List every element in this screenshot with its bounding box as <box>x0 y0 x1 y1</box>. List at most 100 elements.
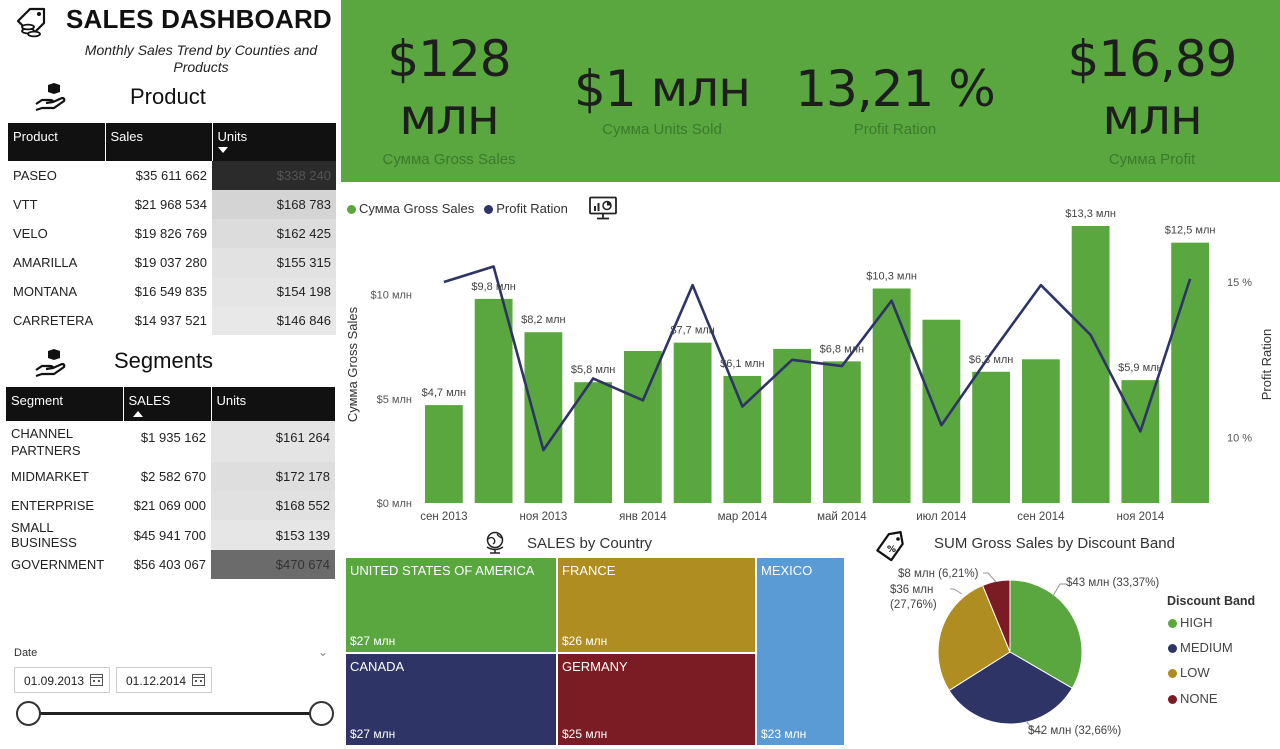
y2-axis-title: Profit Ration <box>1259 329 1274 401</box>
product-units: $338 240 <box>212 161 336 190</box>
segment-sales: $2 582 670 <box>140 469 206 484</box>
treemap-cell-france[interactable]: FRANCE $26 млн <box>558 558 755 652</box>
legend-item-low[interactable]: LOW <box>1168 665 1210 680</box>
product-sales: $19 037 280 <box>134 255 207 270</box>
pie-legend-title: Discount Band <box>1167 594 1256 608</box>
treemap-cell-name: FRANCE <box>562 563 616 578</box>
table-row[interactable]: VTT $21 968 534 $168 783 <box>8 190 336 219</box>
kpi-profit-ration-value: 13,21 % <box>795 60 996 118</box>
price-tag-icon <box>16 7 46 38</box>
date-range-end-handle[interactable] <box>309 701 334 726</box>
x-tick-label: июл 2014 <box>916 511 967 523</box>
date-slicer-label: Date <box>14 647 38 659</box>
legend-dot-icon <box>1168 619 1177 629</box>
bar-gross-sales <box>872 288 911 503</box>
col-header-product[interactable]: Product <box>8 123 106 161</box>
kpi-units-sold-value: $1 млн <box>574 60 751 118</box>
bar-data-label: $12,5 млн <box>1165 225 1216 237</box>
pie-label-high: $43 млн (33,37%) <box>1066 577 1160 589</box>
product-units: $168 783 <box>212 190 336 219</box>
treemap-cell-value: $27 млн <box>350 634 396 648</box>
bar-data-label: $5,8 млн <box>571 364 616 376</box>
product-units: $154 198 <box>212 277 336 306</box>
table-row[interactable]: PASEO $35 611 662 $338 240 <box>8 161 336 190</box>
table-row[interactable]: ENTERPRISE $21 069 000 $168 552 <box>6 491 335 520</box>
pie-label-none: $8 млн (6,21%) <box>898 568 979 580</box>
bar-data-label: $8,2 млн <box>521 314 566 326</box>
chevron-down-icon[interactable]: ⌄ <box>318 645 328 659</box>
calendar-icon[interactable] <box>90 673 103 686</box>
legend-item-high[interactable]: HIGH <box>1168 615 1213 630</box>
legend-dot-icon <box>1168 695 1177 705</box>
bar-data-label: $9,8 млн <box>471 281 516 293</box>
bar-gross-sales <box>673 342 712 503</box>
table-row[interactable]: GOVERNMENT $56 403 067 $470 674 <box>6 550 335 579</box>
segment-units: $168 552 <box>211 491 335 520</box>
x-tick-label: ноя 2013 <box>519 511 567 523</box>
kpi-profit-label: Сумма Profit <box>1108 151 1196 168</box>
bar-gross-sales <box>424 405 463 503</box>
table-row[interactable]: MIDMARKET $2 582 670 $172 178 <box>6 462 335 491</box>
bar-data-label: $7,7 млн <box>670 325 715 337</box>
date-range-slider-track[interactable] <box>28 712 322 715</box>
table-row[interactable]: VELO $19 826 769 $162 425 <box>8 219 336 248</box>
globe-icon <box>486 531 504 554</box>
x-tick-label: янв 2014 <box>619 511 667 523</box>
calendar-icon[interactable] <box>192 673 205 686</box>
pie-label-medium: $42 млн (32,66%) <box>1028 725 1122 737</box>
treemap-cell-canada[interactable]: CANADA $27 млн <box>346 654 556 745</box>
pie-leader-line <box>1052 583 1066 597</box>
bar-gross-sales <box>1071 226 1110 503</box>
segments-table-header: Segment SALES Units <box>6 387 335 421</box>
pie-label-low: $36 млн (27,76%) <box>890 584 937 611</box>
y-axis-title: Сумма Gross Sales <box>345 306 360 422</box>
combo-chart-svg: Сумма Gross Sales Profit Ration $0 млн $5 м… <box>345 208 1274 523</box>
product-units: $155 315 <box>212 248 336 277</box>
table-row[interactable]: AMARILLA $19 037 280 $155 315 <box>8 248 336 277</box>
treemap-cell-germany[interactable]: GERMANY $25 млн <box>558 654 755 745</box>
segment-sales: $1 935 162 <box>140 430 206 445</box>
treemap-cell-value: $25 млн <box>562 727 608 741</box>
date-start-field[interactable]: 01.09.2013 <box>14 667 110 693</box>
date-range-start-handle[interactable] <box>16 701 41 726</box>
product-name: VTT <box>13 197 38 212</box>
kpi-banner: $128 млн Сумма Gross Sales $1 млн Сумма U… <box>341 0 1280 182</box>
y-tick-label: $10 млн <box>371 290 412 302</box>
bar-data-label: $6,1 млн <box>720 358 765 370</box>
table-row[interactable]: MONTANA $16 549 835 $154 198 <box>8 277 336 306</box>
product-sales: $16 549 835 <box>134 284 207 299</box>
bar-data-label: $6,3 млн <box>969 354 1014 366</box>
treemap-cell-usa[interactable]: UNITED STATES OF AMERICA $27 млн <box>346 558 556 652</box>
legend-dot-icon <box>1168 644 1177 654</box>
kpi-gross-sales-value: $128 млн <box>387 30 511 146</box>
col-header-sales[interactable]: Sales <box>105 123 213 161</box>
date-end-field[interactable]: 01.12.2014 <box>116 667 212 693</box>
product-sales: $14 937 521 <box>134 313 207 328</box>
product-sales: $21 968 534 <box>134 197 207 212</box>
treemap-cell-name: UNITED STATES OF AMERICA <box>350 563 535 578</box>
table-row[interactable]: CARRETERA $14 937 521 $146 846 <box>8 306 336 335</box>
treemap-cell-value: $23 млн <box>761 727 807 741</box>
pie-leader-line <box>983 572 997 583</box>
product-name: CARRETERA <box>13 313 94 328</box>
col-header-sales[interactable]: SALES <box>123 387 212 421</box>
bar-gross-sales <box>474 298 513 503</box>
table-row[interactable]: SMALL BUSINESS $45 941 700 $153 139 <box>6 520 335 550</box>
product-sales: $19 826 769 <box>134 226 207 241</box>
treemap-cell-mexico[interactable]: MEXICO $23 млн <box>757 558 844 745</box>
col-header-segment[interactable]: Segment <box>6 387 124 421</box>
table-row[interactable]: CHANNEL PARTNERS $1 935 162 $161 264 <box>6 421 335 462</box>
segment-units: $470 674 <box>211 550 335 579</box>
product-units: $162 425 <box>212 219 336 248</box>
legend-item-medium[interactable]: MEDIUM <box>1168 640 1233 655</box>
legend-item-none[interactable]: NONE <box>1168 691 1218 706</box>
product-table-header: Product Sales Units <box>8 123 336 161</box>
svg-text:%: % <box>887 545 896 555</box>
discount-tag-icon: % <box>876 531 904 562</box>
col-header-units[interactable]: Units <box>212 123 336 161</box>
y2-tick-label: 10 % <box>1227 433 1252 445</box>
product-name: MONTANA <box>13 284 78 299</box>
col-header-units[interactable]: Units <box>211 387 335 421</box>
left-panel: SALES DASHBOARD Monthly Sales Trend by C… <box>0 0 341 749</box>
segment-sales: $56 403 067 <box>133 557 206 572</box>
